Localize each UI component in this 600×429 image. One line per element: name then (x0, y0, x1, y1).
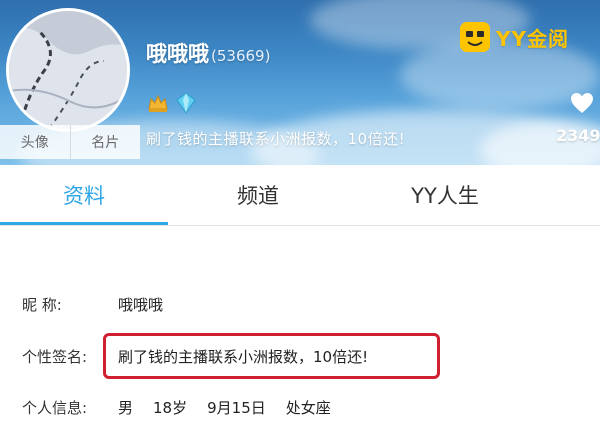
nickname-value: 哦哦哦 (118, 296, 164, 314)
username: 哦哦哦 (53669) (146, 38, 270, 68)
tab-yy-life[interactable]: YY人生 (360, 165, 530, 225)
age-value: 18岁 (153, 399, 188, 417)
brand-logo: YY金阅 (460, 22, 569, 52)
heart-icon[interactable] (570, 92, 594, 114)
username-text: 哦哦哦 (146, 42, 209, 66)
user-id: (53669) (211, 47, 271, 65)
signature-label: 个性签名: (22, 348, 88, 366)
nickname-label: 昵 称: (22, 296, 62, 314)
tab-channel[interactable]: 频道 (178, 165, 338, 225)
like-count: 2349 (556, 126, 600, 145)
profile-header: 哦哦哦 (53669) 刷了钱的主播联系小洲报数，10倍还! 头像 名片 YY金阅 (0, 0, 600, 165)
avatar-snow-scene (9, 11, 127, 129)
tab-bar: 资料 频道 YY人生 (0, 165, 600, 226)
gender-value: 男 (118, 399, 134, 417)
diamond-icon[interactable] (174, 91, 198, 115)
zodiac-value: 处女座 (285, 399, 331, 417)
avatar-image (9, 11, 127, 129)
logo-face-icon (460, 22, 490, 52)
tab-profile[interactable]: 资料 (0, 165, 168, 225)
crown-icon[interactable] (146, 91, 170, 115)
badge-row (146, 90, 198, 116)
active-tab-indicator (0, 222, 168, 225)
personal-info-values: 男 18岁 9月15日 处女座 (118, 397, 331, 418)
birthday-value: 9月15日 (207, 399, 266, 417)
avatar-button[interactable]: 头像 (0, 125, 71, 159)
logo-text: YY金阅 (496, 26, 569, 51)
signature-value: 刷了钱的主播联系小洲报数，10倍还! (118, 348, 369, 366)
avatar[interactable] (6, 8, 130, 132)
avatar-button-row: 头像 名片 (0, 125, 140, 159)
header-tagline: 刷了钱的主播联系小洲报数，10倍还! (146, 130, 406, 148)
personal-info-label: 个人信息: (22, 399, 88, 417)
card-button[interactable]: 名片 (70, 125, 140, 159)
